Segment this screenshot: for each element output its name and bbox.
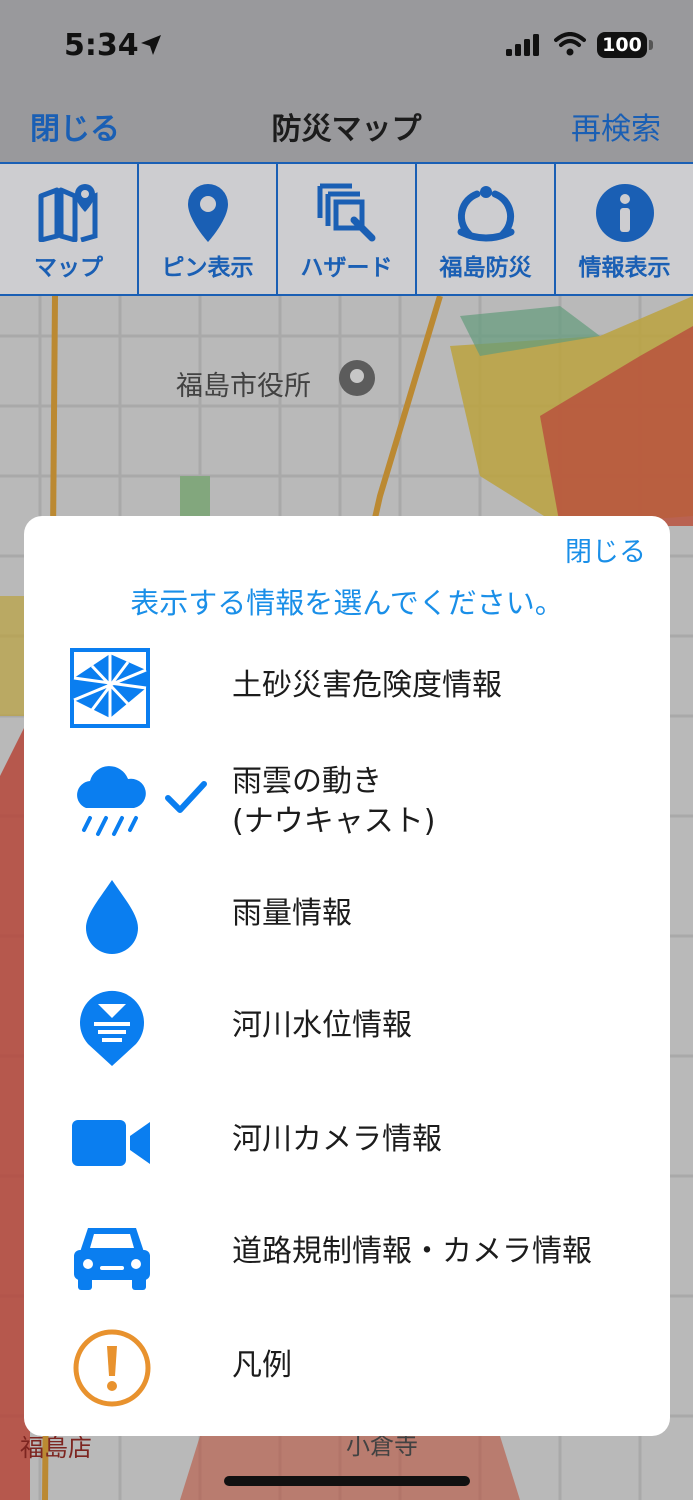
option-river-level[interactable]: 河川水位情報 (24, 978, 670, 1078)
option-label: 河川カメラ情報 (232, 1122, 442, 1157)
toolbar: マップ ピン表示 ハザード 福島防災 情報表示 (0, 162, 693, 296)
home-indicator[interactable] (224, 1476, 470, 1486)
tool-fukushima-bousai[interactable]: 福島防災 (415, 164, 554, 294)
option-label: 凡例 (232, 1348, 292, 1383)
option-road[interactable]: 道路規制情報・カメラ情報 (24, 1204, 670, 1304)
option-landslide[interactable]: 土砂災害危険度情報 (24, 638, 670, 738)
tool-label: 情報表示 (578, 255, 671, 281)
tool-info[interactable]: 情報表示 (554, 164, 693, 294)
tool-hazard[interactable]: ハザード (276, 164, 415, 294)
raindrop-icon (86, 880, 138, 954)
status-time: 5:34 (64, 28, 139, 63)
option-label: 河川水位情報 (232, 1008, 412, 1043)
status-bar: 5:34 100 (0, 0, 693, 90)
hazard-layers-icon (317, 183, 375, 242)
pin-icon (187, 184, 228, 242)
info-select-modal: 閉じる 表示する情報を選んでください。 土砂災害危険度情報 雨雲の動き (ナウキ… (24, 516, 670, 1436)
tool-label: マップ (34, 255, 103, 281)
nav-bar: 閉じる 防災マップ 再検索 (0, 90, 693, 162)
fukushima-logo-icon (457, 186, 514, 242)
research-button[interactable]: 再検索 (571, 104, 661, 148)
exclamation-icon (73, 1329, 151, 1407)
tool-label: 福島防災 (439, 255, 532, 281)
wifi-icon (554, 32, 586, 56)
tool-pin[interactable]: ピン表示 (137, 164, 276, 294)
battery-tip (649, 40, 653, 50)
tool-map[interactable]: マップ (0, 164, 137, 294)
option-label-line1: 雨雲の動き (232, 764, 382, 799)
map-label-city-hall: 福島市役所 (176, 371, 311, 402)
option-rain-cloud[interactable]: 雨雲の動き (ナウキャスト) (24, 752, 670, 862)
modal-close-button[interactable]: 閉じる (565, 530, 646, 569)
option-label: 雨量情報 (232, 896, 352, 931)
option-rainfall[interactable]: 雨量情報 (24, 866, 670, 966)
car-icon (74, 1228, 150, 1290)
option-label: 道路規制情報・カメラ情報 (232, 1234, 592, 1269)
landslide-grid-icon (70, 648, 150, 728)
video-camera-icon (72, 1120, 150, 1166)
battery-level: 100 (597, 32, 647, 58)
option-label: 土砂災害危険度情報 (232, 668, 502, 703)
rain-cloud-icon (77, 766, 146, 836)
option-river-camera[interactable]: 河川カメラ情報 (24, 1092, 670, 1192)
checkmark-icon (165, 781, 207, 813)
location-arrow-icon (141, 35, 161, 55)
modal-prompt: 表示する情報を選んでください。 (130, 586, 564, 620)
cellular-signal-icon (506, 34, 539, 56)
option-label: 雨雲の動き (ナウキャスト) (232, 762, 435, 842)
map-pin-icon (38, 184, 97, 242)
option-legend[interactable]: 凡例 (24, 1318, 670, 1418)
tool-label: ピン表示 (161, 255, 254, 281)
river-level-icon (80, 990, 144, 1066)
option-label-line2: (ナウキャスト) (232, 804, 436, 839)
tool-label: ハザード (300, 255, 393, 281)
info-icon (595, 184, 654, 242)
